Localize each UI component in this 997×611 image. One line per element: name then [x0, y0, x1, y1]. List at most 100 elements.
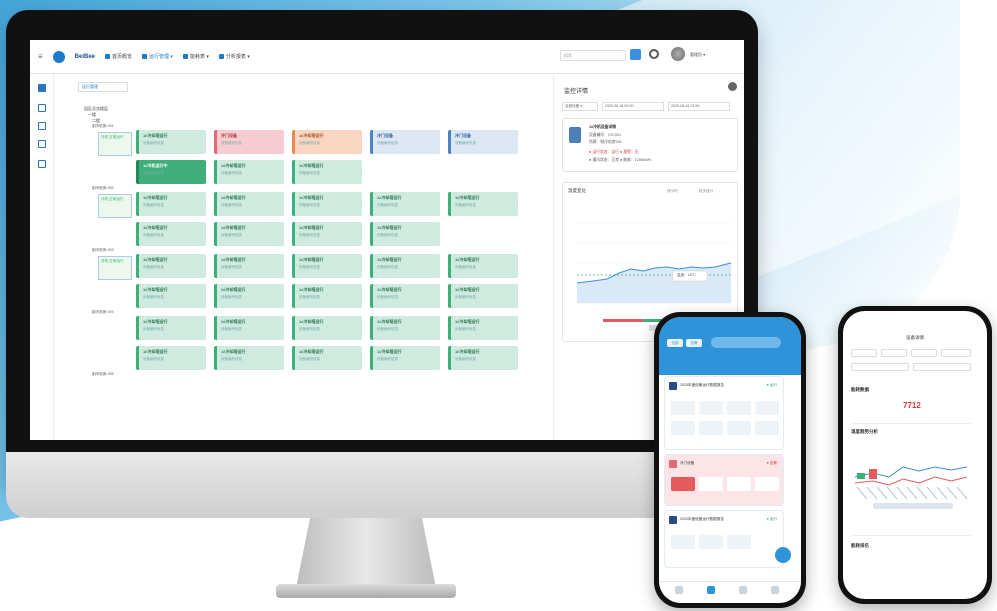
sidebar-list-icon[interactable]: [38, 104, 46, 112]
filter-chip[interactable]: [881, 349, 907, 357]
device-info-card: 1#冷机设备详情 设备编号：CH-001 所属：制冷机房001 ● 运行状态：运…: [562, 118, 738, 172]
sidebar-dashboard-icon[interactable]: [38, 84, 46, 92]
device-card[interactable]: 1#冷却塔运行 设备编号信息: [370, 222, 440, 246]
device-card[interactable]: 1#冷却塔运行 设备编号信息: [292, 160, 362, 184]
device-card[interactable]: 1#冷却塔运行 设备编号信息: [292, 130, 362, 154]
device-card-subtitle: 设备编号信息: [221, 203, 242, 207]
device-card[interactable]: 1#冷却塔运行 设备编号信息: [136, 284, 206, 308]
device-card[interactable]: 1#冷却塔运行 设备编号信息: [214, 316, 284, 340]
device-select[interactable]: 全部设备 ▾: [562, 102, 598, 111]
grid-icon: [142, 54, 148, 59]
add-fab-button[interactable]: [775, 547, 791, 563]
device-card[interactable]: 1#冷却塔运行 设备编号信息: [292, 346, 362, 370]
device-card-title: 1#冷却塔运行: [377, 287, 402, 292]
device-card[interactable]: 1#冷却塔运行 设备编号信息: [292, 192, 362, 216]
device-card[interactable]: 1#冷却塔运行 设备编号信息: [370, 316, 440, 340]
filter-chip[interactable]: [941, 349, 971, 357]
tabbar-device-icon[interactable]: [707, 586, 715, 594]
device-card[interactable]: 1#冷却塔运行 设备编号信息: [448, 192, 518, 216]
device-card[interactable]: 1#冷却塔运行 设备编号信息: [448, 346, 518, 370]
date-field[interactable]: [851, 363, 909, 371]
device-card-title: 1#冷却塔运行: [143, 349, 168, 354]
device-card[interactable]: 1#冷却塔运行 设备编号信息: [370, 254, 440, 278]
sidebar-device-icon[interactable]: [38, 122, 46, 130]
device-card-title: 1#冷却塔运行: [377, 257, 402, 262]
nav-item-reports[interactable]: 分析报表 ▾: [218, 53, 250, 60]
equipment-tile[interactable]: 冷机 正常运行: [98, 194, 132, 218]
phone-tab[interactable]: 告警: [686, 339, 702, 347]
end-date-input[interactable]: 2020-06-18 23:59: [668, 102, 730, 111]
tabbar-alarm-icon[interactable]: [739, 586, 747, 594]
device-card[interactable]: 1#冷却塔运行 设备编号信息: [292, 284, 362, 308]
nav-item-operations[interactable]: 运行管理 ▾: [142, 53, 173, 60]
device-card[interactable]: 1#冷却塔运行 设备编号信息: [214, 160, 284, 184]
device-card[interactable]: 1#冷却塔运行 设备编号信息: [292, 254, 362, 278]
device-card-title: 冷门设备: [221, 133, 237, 138]
device-line: 设备编号：CH-001: [589, 133, 622, 137]
metric-tile: [699, 535, 723, 549]
start-date-input[interactable]: 2020-06-18 00:00: [602, 102, 664, 111]
tab-operations[interactable]: 运行管理: [78, 82, 128, 92]
device-card-subtitle: 设备编号信息: [299, 265, 320, 269]
device-card-subtitle: 设备编号信息: [455, 141, 476, 145]
sidebar-alarm-icon[interactable]: [38, 140, 46, 148]
list-item[interactable]: 冷门设备 ● 告警: [665, 455, 783, 505]
device-card[interactable]: 1#冷却塔运行 设备编号信息: [136, 316, 206, 340]
device-card[interactable]: 1#冷却塔运行 设备编号信息: [292, 222, 362, 246]
tooltip-text: 温度：18°C: [677, 273, 696, 277]
device-card[interactable]: 1#冷却塔运行 设备编号信息: [370, 284, 440, 308]
device-card-subtitle: 设备编号信息: [455, 327, 476, 331]
metric-tile: [671, 421, 695, 435]
device-card[interactable]: 1#冷却塔运行 设备编号信息: [214, 346, 284, 370]
device-card-title: 1#冷却塔运行: [143, 225, 168, 230]
list-item[interactable]: 2020年度设备运行数据报告 ● 运行: [665, 377, 783, 449]
row-label: 制冷机房-001: [92, 124, 114, 128]
device-card[interactable]: 1#冷却塔运行 设备编号信息: [136, 254, 206, 278]
list-item[interactable]: 2020年度设备运行数据报告 ● 运行: [665, 511, 783, 567]
tabbar-user-icon[interactable]: [771, 586, 779, 594]
panel-settings-icon[interactable]: [728, 82, 737, 91]
device-card[interactable]: 1#冷却塔运行 设备编号信息: [214, 254, 284, 278]
date-field[interactable]: [913, 363, 971, 371]
device-card-subtitle: 设备编号信息: [299, 203, 320, 207]
device-card[interactable]: 冷门设备 设备编号信息: [370, 130, 440, 154]
avatar[interactable]: [671, 47, 685, 61]
equipment-tile[interactable]: 冷机 正常运行: [98, 256, 132, 280]
device-card[interactable]: 1#冷却塔运行 设备编号信息: [214, 222, 284, 246]
device-card[interactable]: 1#冷却塔运行 设备编号信息: [292, 316, 362, 340]
device-card[interactable]: 1#冷却塔运行 设备编号信息: [214, 192, 284, 216]
device-card[interactable]: 1#冷却塔运行 设备编号信息: [136, 192, 206, 216]
device-card[interactable]: 1#冷却塔运行 设备编号信息: [448, 284, 518, 308]
nav-item-energy[interactable]: 能耗表 ▾: [182, 53, 209, 60]
user-menu[interactable]: 管理员 ▾: [690, 52, 705, 58]
device-card[interactable]: 1#冷却塔运行 设备编号信息: [370, 346, 440, 370]
device-card-title: 1#冷却塔运行: [377, 319, 402, 324]
device-card-subtitle: 设备编号信息: [299, 171, 320, 175]
device-card[interactable]: 冷门设备 设备编号信息: [448, 130, 518, 154]
device-card-subtitle: 设备编号信息: [377, 203, 398, 207]
device-card[interactable]: 1#冷却塔运行 设备编号信息: [214, 284, 284, 308]
device-card[interactable]: 1#冷却塔运行 设备编号信息: [370, 192, 440, 216]
device-card[interactable]: 1#冷机运行中 设备编号信息: [136, 160, 206, 184]
sidebar-report-icon[interactable]: [38, 160, 46, 168]
phone-tab[interactable]: 全部: [667, 339, 683, 347]
search-input[interactable]: 搜索: [560, 50, 626, 61]
filter-chip[interactable]: [851, 349, 877, 357]
device-card[interactable]: 1#冷却塔运行 设备编号信息: [448, 316, 518, 340]
filter-chip[interactable]: [911, 349, 937, 357]
settings-gear-icon[interactable]: [649, 49, 659, 59]
phone-range-slider[interactable]: [873, 503, 953, 509]
equipment-tile[interactable]: 冷机 正常运行: [98, 132, 132, 156]
device-card[interactable]: 1#冷却塔运行 设备编号信息: [136, 346, 206, 370]
device-card-title: 1#冷却塔运行: [221, 349, 246, 354]
menu-icon[interactable]: ≡: [38, 52, 43, 61]
device-card[interactable]: 冷门设备 设备编号信息: [214, 130, 284, 154]
device-card-title: 1#冷却塔运行: [221, 163, 246, 168]
device-card[interactable]: 1#冷却塔运行 设备编号信息: [448, 254, 518, 278]
device-card[interactable]: 1#冷却塔运行 设备编号信息: [136, 222, 206, 246]
phone-search-pill[interactable]: [711, 337, 781, 348]
nav-item-overview[interactable]: 首页概览: [105, 53, 132, 60]
tabbar-home-icon[interactable]: [675, 586, 683, 594]
device-card[interactable]: 1#冷却塔运行 设备编号信息: [136, 130, 206, 154]
notification-button[interactable]: [630, 49, 641, 60]
